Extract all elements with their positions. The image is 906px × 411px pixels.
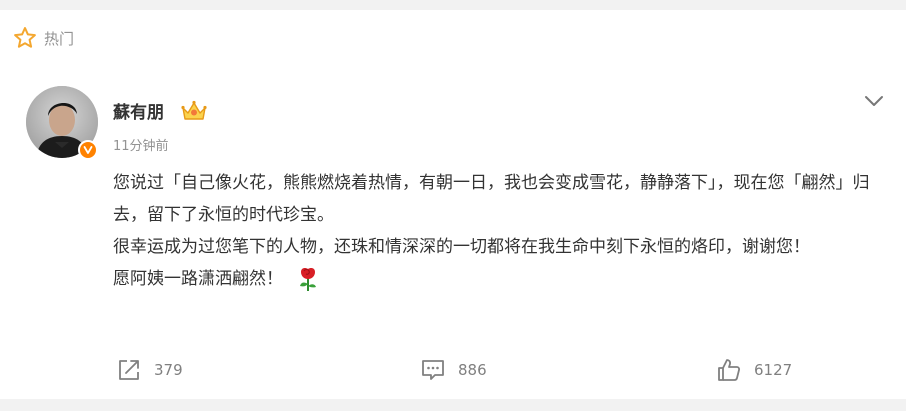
post-paragraph-text: 愿阿姨一路潇洒翩然！ (113, 269, 283, 289)
like-count: 6127 (754, 361, 793, 379)
hot-header: 热门 (12, 25, 74, 51)
crown-icon[interactable] (180, 99, 208, 123)
hot-label: 热门 (44, 29, 75, 48)
forward-button[interactable]: 379 (116, 352, 183, 388)
thumbs-up-icon (718, 359, 741, 381)
like-button[interactable]: 6127 (716, 352, 792, 388)
avatar[interactable] (26, 86, 98, 160)
post-timestamp[interactable]: 11分钟前 (113, 135, 169, 154)
rose-emoji-icon (300, 268, 316, 291)
share-icon (119, 360, 139, 380)
comment-button[interactable]: 886 (420, 352, 487, 388)
post-paragraph: 您说过「自己像火花，熊熊燃烧着热情，有朝一日，我也会变成雪花，静静落下」，现在您… (113, 173, 870, 225)
comment-count: 886 (458, 361, 487, 379)
post-card: 热门 蘇有朋 11分钟前 您说过「自己像火花，熊熊燃烧着热情，有朝一日，我也会变… (0, 10, 906, 399)
chevron-down-icon[interactable] (862, 91, 886, 111)
star-icon (14, 27, 36, 48)
author-name[interactable]: 蘇有朋 (113, 98, 164, 123)
post-content: 您说过「自己像火花，熊熊燃烧着热情，有朝一日，我也会变成雪花，静静落下」，现在您… (113, 167, 883, 295)
post-paragraph: 愿阿姨一路潇洒翩然！ (113, 263, 883, 295)
post-paragraph: 很幸运成为过您笔下的人物，还珠和情深深的一切都将在我生命中刻下永恒的烙印，谢谢您… (113, 237, 810, 257)
forward-count: 379 (154, 361, 183, 379)
action-bar: 379 886 6127 (0, 352, 906, 388)
comment-icon (422, 360, 444, 380)
verified-badge-icon (78, 140, 98, 160)
